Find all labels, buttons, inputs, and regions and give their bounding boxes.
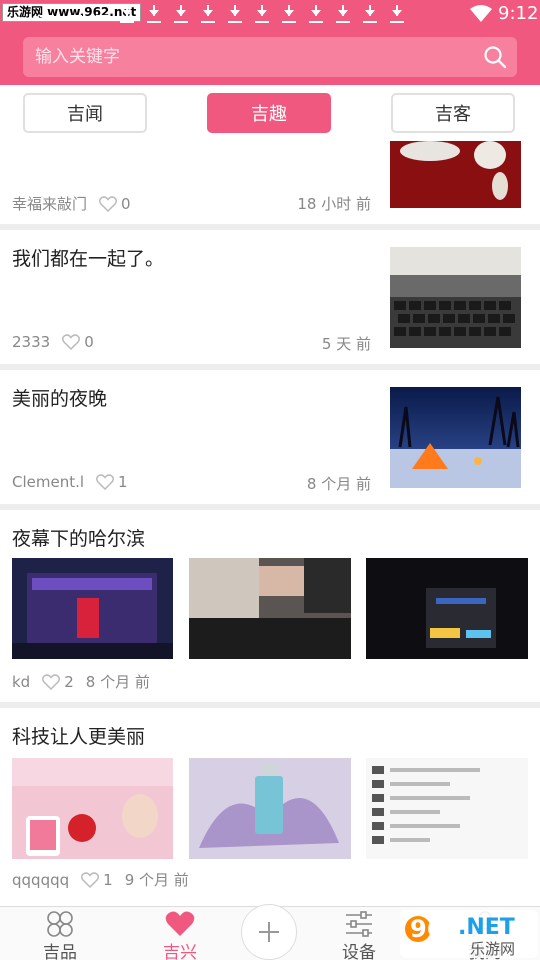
post-title: 我们都在一起了。	[12, 248, 165, 270]
post-time: 8 个月 前	[85, 673, 150, 691]
feed-card[interactable]: 幸福来敲门 0 18 小时 前	[0, 141, 540, 224]
post-image[interactable]	[189, 558, 351, 659]
like-count: 2	[64, 672, 74, 691]
author-name: 2333	[12, 333, 51, 351]
like-count: 1	[118, 473, 128, 491]
post-title: 夜幕下的哈尔滨	[12, 528, 146, 550]
like-count: 0	[84, 333, 94, 351]
post-thumbnail[interactable]	[390, 387, 521, 488]
card-meta: 2333 0	[12, 333, 94, 351]
heart-outline-icon[interactable]	[96, 474, 115, 490]
watermark-brand: 962	[410, 915, 460, 943]
card-meta: kd 2 8 个月 前	[12, 671, 150, 692]
post-time: 9 个月 前	[124, 871, 189, 889]
nav-label: 吉兴	[163, 943, 197, 960]
nav-shebei[interactable]: 设备	[314, 907, 404, 960]
heart-outline-icon[interactable]	[42, 673, 61, 690]
feed-card[interactable]: 夜幕下的哈尔滨 kd 2 8 个月 前	[0, 510, 540, 702]
nav-jipin[interactable]: 吉品	[15, 907, 105, 960]
download-icon	[147, 4, 161, 24]
like-count: 1	[103, 870, 113, 889]
feed-list: 幸福来敲门 0 18 小时 前 我们都在一起了。 2333 0 5 天 前 美丽…	[0, 141, 540, 906]
card-meta: 幸福来敲门 0	[12, 193, 131, 214]
post-image[interactable]	[366, 758, 528, 859]
post-time: 5 天 前	[321, 335, 371, 353]
tab-bar: 吉闻 吉趣 吉客	[0, 85, 540, 141]
author-name: qqqqqq	[12, 870, 70, 889]
download-icon	[282, 4, 296, 24]
add-post-button[interactable]	[241, 904, 297, 960]
post-time: 18 小时 前	[297, 195, 371, 213]
author-name: 幸福来敲门	[12, 195, 88, 213]
download-notification-icons	[120, 4, 404, 24]
download-icon	[390, 4, 404, 24]
post-time: 8 个月 前	[306, 475, 371, 493]
tab-jike[interactable]: 吉客	[391, 93, 515, 133]
site-logo-watermark: 962 .NET 乐游网	[400, 910, 538, 958]
clover-icon	[47, 911, 73, 937]
download-icon	[120, 4, 134, 24]
heart-outline-icon[interactable]	[62, 334, 81, 350]
wifi-icon	[470, 5, 492, 22]
clock: 9:12	[498, 3, 539, 24]
nav-label: 设备	[342, 943, 376, 960]
heart-icon	[165, 911, 195, 936]
nav-label: 吉品	[43, 943, 77, 960]
status-bar: 乐游网 www.962.net 9:12	[0, 0, 540, 30]
search-box[interactable]	[23, 37, 517, 77]
post-image[interactable]	[12, 558, 173, 659]
search-input[interactable]	[35, 37, 455, 77]
watermark-tld: .NET	[458, 915, 515, 940]
post-thumbnail[interactable]	[390, 141, 521, 208]
post-image[interactable]	[12, 758, 173, 859]
post-thumbnail[interactable]	[390, 247, 521, 348]
card-meta: Clement.l 1	[12, 473, 128, 491]
download-icon	[228, 4, 242, 24]
post-image[interactable]	[366, 558, 528, 659]
feed-card[interactable]: 我们都在一起了。 2333 0 5 天 前	[0, 230, 540, 364]
download-icon	[174, 4, 188, 24]
header	[0, 30, 540, 85]
card-meta: qqqqqq 1 9 个月 前	[12, 869, 189, 890]
feed-card[interactable]: 美丽的夜晚 Clement.l 1 8 个月 前	[0, 370, 540, 504]
tab-jiqu[interactable]: 吉趣	[207, 93, 331, 133]
tab-jiwen[interactable]: 吉闻	[23, 93, 147, 133]
notification-dashes	[40, 15, 110, 17]
sliders-icon	[346, 911, 372, 937]
download-icon	[309, 4, 323, 24]
author-name: kd	[12, 672, 31, 691]
feed-card[interactable]: 科技让人更美丽 qqqqqq 1 9 个月 前	[0, 708, 540, 906]
search-icon[interactable]	[483, 45, 507, 69]
heart-outline-icon[interactable]	[99, 195, 118, 212]
post-image[interactable]	[189, 758, 351, 859]
post-title: 科技让人更美丽	[12, 726, 146, 748]
plus-icon	[259, 922, 279, 942]
heart-outline-icon[interactable]	[81, 871, 100, 888]
author-name: Clement.l	[12, 473, 85, 491]
download-icon	[201, 4, 215, 24]
download-icon	[363, 4, 377, 24]
download-icon	[255, 4, 269, 24]
nav-jixing[interactable]: 吉兴	[135, 907, 225, 960]
watermark-caption: 乐游网	[470, 940, 515, 958]
download-icon	[336, 4, 350, 24]
like-count: 0	[121, 194, 131, 213]
post-title: 美丽的夜晚	[12, 388, 108, 410]
